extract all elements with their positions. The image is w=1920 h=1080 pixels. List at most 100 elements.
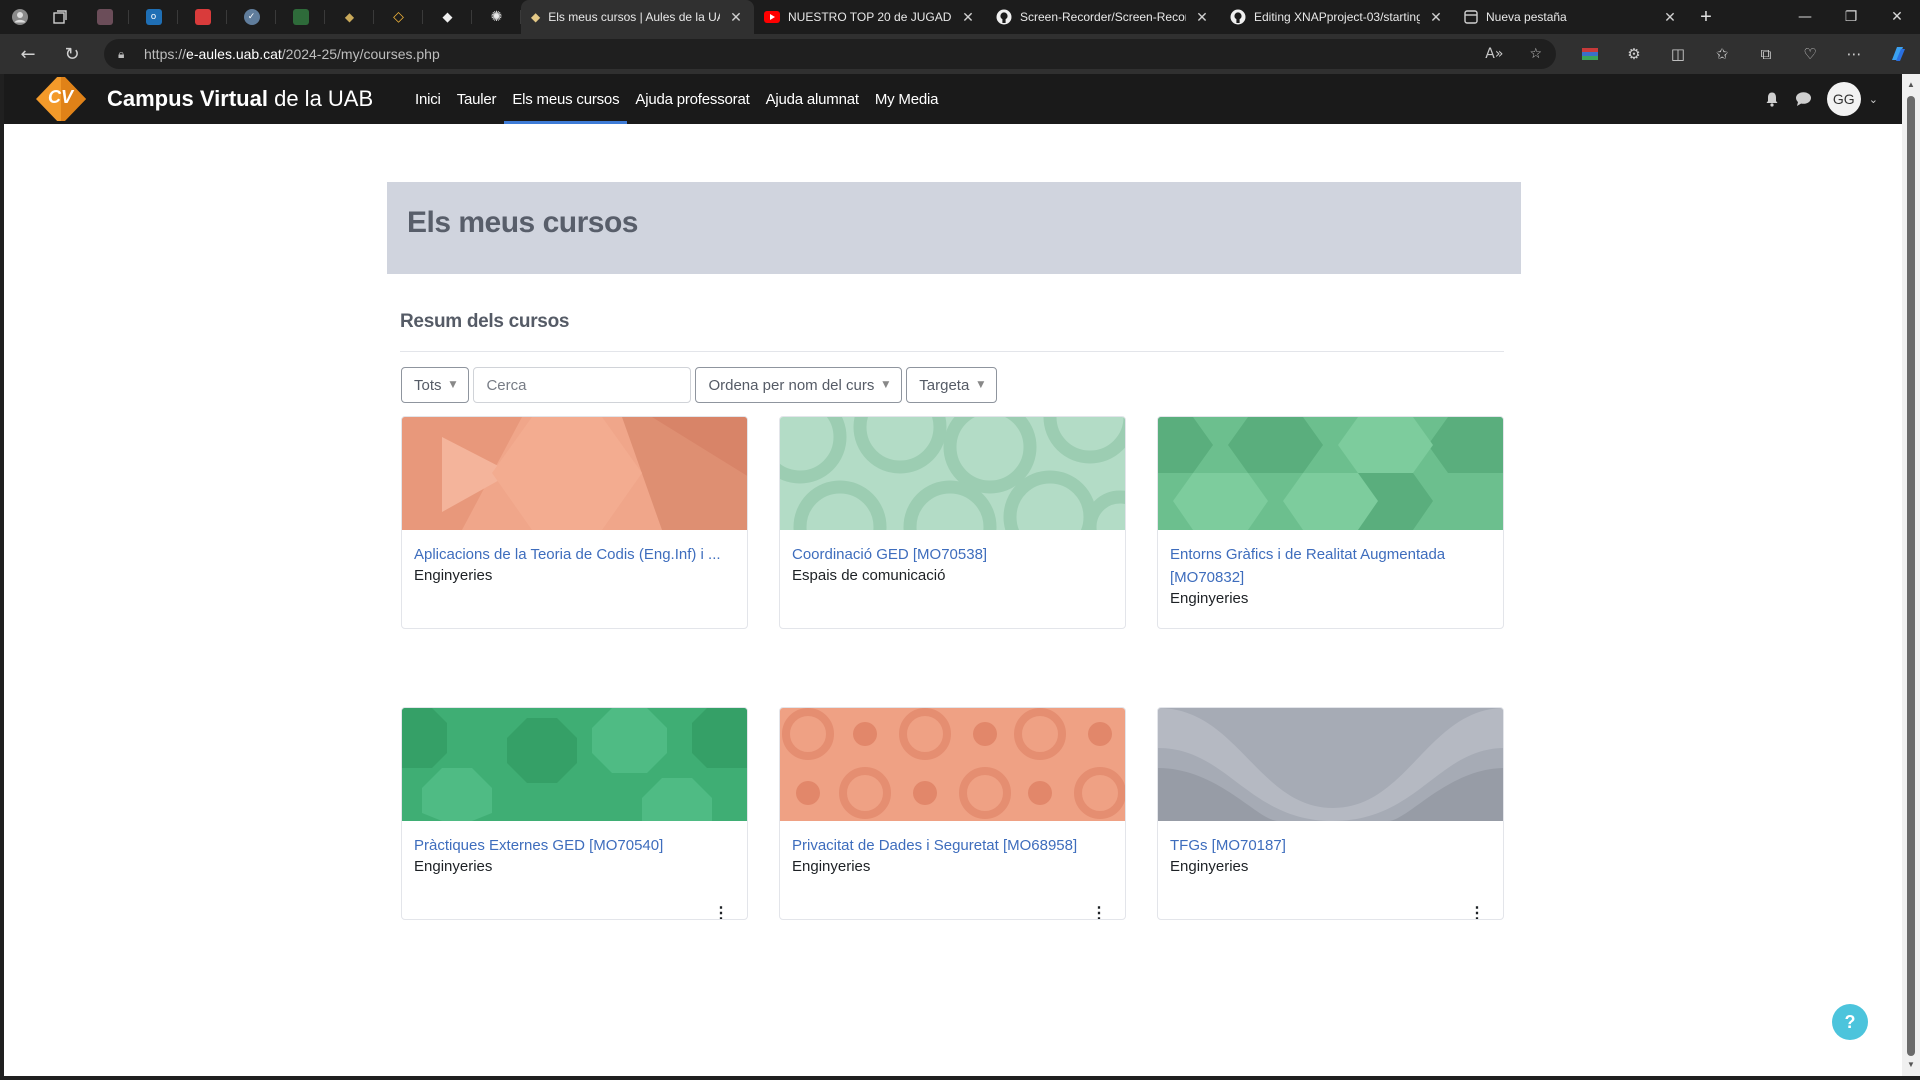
close-icon[interactable]: ✕ [1428,9,1444,26]
close-icon[interactable]: ✕ [960,9,976,26]
browser-essentials-icon[interactable]: ♡ [1788,45,1832,63]
sort-dropdown[interactable]: Ordena per nom del curs ▼ [695,367,903,403]
pinned-tab[interactable]: ✓ [227,0,276,34]
user-avatar[interactable]: GG [1826,82,1861,116]
pinned-tab[interactable]: o [129,0,178,34]
course-name-link[interactable]: Coordinació GED [MO70538] [792,543,1101,566]
workspaces-icon[interactable] [40,0,80,34]
menu-item-my-media[interactable]: My Media [867,74,946,124]
diamond-outline-icon: ◇ [393,9,404,25]
tab-strip: o ✓ ◆ ◇ ◆ ✺ ◆ Els meus cursos | Aules de… [0,0,1920,34]
course-name-link[interactable]: Aplicacions de la Teoria de Codis (Eng.I… [414,543,723,566]
view-dropdown[interactable]: Targeta ▼ [906,367,998,403]
course-card[interactable]: Privacitat de Dades i Seguretat [MO68958… [779,707,1126,920]
lock-icon: 🔒︎ [118,46,125,61]
pinned-tab[interactable]: ◇ [374,0,423,34]
profile-icon[interactable] [0,0,40,34]
course-category: Enginyeries [1170,590,1249,607]
new-tab-button[interactable]: + [1688,0,1724,34]
messages-icon[interactable] [1795,90,1813,108]
scroll-up-icon[interactable]: ▲ [1906,80,1916,90]
pinned-tab[interactable] [276,0,325,34]
more-menu-icon[interactable]: ⋯ [1832,45,1876,63]
course-name-link[interactable]: Entorns Gràfics i de Realitat Augmentada… [1170,543,1479,589]
openai-icon: ✺ [490,9,503,25]
menu-item-inici[interactable]: Inici [407,74,449,124]
page-title: Els meus cursos [407,206,638,239]
course-name-link[interactable]: Pràctiques Externes GED [MO70540] [414,834,723,857]
search-input[interactable]: Cerca [473,367,692,403]
diamond-icon: ◆ [344,10,355,24]
course-card[interactable]: Aplicacions de la Teoria de Codis (Eng.I… [401,416,748,629]
course-name-link[interactable]: TFGs [MO70187] [1170,834,1479,857]
scroll-down-icon[interactable]: ▼ [1906,1060,1916,1070]
pinned-tab[interactable]: ◆ [325,0,374,34]
copilot-icon[interactable] [1876,44,1920,64]
tab-youtube[interactable]: NUESTRO TOP 20 de JUGADORES ✕ [754,0,986,34]
course-options-icon[interactable]: ⋮ [713,906,729,920]
tab-els-meus-cursos[interactable]: ◆ Els meus cursos | Aules de la UAB ✕ [521,0,754,34]
window-controls: — ❐ ✕ [1782,0,1920,34]
block-title: Resum dels cursos [400,311,570,332]
chevron-down-icon[interactable]: ⌄ [1869,93,1878,106]
course-card[interactable]: Pràctiques Externes GED [MO70540] Enginy… [401,707,748,920]
grouping-dropdown[interactable]: Tots ▼ [401,367,470,403]
restore-icon[interactable]: ❐ [1828,0,1874,34]
minimize-icon[interactable]: — [1782,0,1828,34]
course-name-link[interactable]: Privacitat de Dades i Seguretat [MO68958… [792,834,1101,857]
outlook-icon: o [145,9,162,25]
todoist-icon [194,9,211,25]
chevron-down-icon: ▼ [977,380,985,390]
menu-item-ajuda-professorat[interactable]: Ajuda professorat [627,74,757,124]
close-icon[interactable]: ✕ [1662,9,1678,26]
reload-icon[interactable]: ↻ [50,34,94,74]
course-category: Enginyeries [414,567,493,584]
extensions-icon[interactable]: ⚙ [1612,45,1656,63]
pinned-tab[interactable] [178,0,227,34]
close-icon[interactable]: ✕ [728,9,744,26]
course-image[interactable] [402,417,747,530]
close-window-icon[interactable]: ✕ [1874,0,1920,34]
close-icon[interactable]: ✕ [1194,9,1210,26]
tab-github-recorder[interactable]: Screen-Recorder/Screen-Recorder ✕ [986,0,1220,34]
block-divider [400,351,1504,352]
course-card[interactable]: Entorns Gràfics i de Realitat Augmentada… [1157,416,1504,629]
collections-icon[interactable]: ⧉ [1744,45,1788,63]
menu-item-tauler[interactable]: Tauler [449,74,505,124]
menu-item-els-meus-cursos[interactable]: Els meus cursos [504,74,628,124]
course-card[interactable]: TFGs [MO70187] Enginyeries ⋮ [1157,707,1504,920]
tab-nueva-pestana[interactable]: Nueva pestaña ✕ [1454,0,1688,34]
chevron-down-icon: ▼ [449,380,457,390]
favorites-icon[interactable]: ✩ [1700,45,1744,63]
course-options-icon[interactable]: ⋮ [1469,906,1485,920]
course-image[interactable] [1158,417,1503,530]
primary-menu: Inici Tauler Els meus cursos Ajuda profe… [407,74,946,124]
notifications-bell-icon[interactable] [1763,90,1781,108]
help-button[interactable]: ? [1832,1004,1868,1040]
course-image[interactable] [1158,708,1503,821]
split-screen-icon[interactable]: ◫ [1656,45,1700,63]
pinned-tab[interactable]: ✺ [472,0,521,34]
course-card[interactable]: Coordinació GED [MO70538] Espais de comu… [779,416,1126,629]
flag-extension-icon[interactable] [1568,48,1612,60]
scrollbar-thumb[interactable] [1907,96,1915,1056]
address-bar[interactable]: 🔒︎ https://e-aules.uab.cat/2024-25/my/co… [104,39,1556,69]
menu-item-ajuda-alumnat[interactable]: Ajuda alumnat [758,74,867,124]
youtube-icon [764,11,780,23]
course-image[interactable] [780,417,1125,530]
browser-window: o ✓ ◆ ◇ ◆ ✺ ◆ Els meus cursos | Aules de… [0,0,1920,1080]
site-brand[interactable]: Campus Virtual de la UAB [107,86,373,112]
favorite-star-icon[interactable]: ☆ [1529,46,1542,62]
back-icon[interactable]: ← [6,34,50,74]
course-image[interactable] [780,708,1125,821]
page-scrollbar[interactable]: ▲ ▼ [1902,74,1920,1076]
tab-github-editing[interactable]: Editing XNAPproject-03/starting ✕ [1220,0,1454,34]
course-options-icon[interactable]: ⋮ [1091,906,1107,920]
pinned-tab[interactable] [80,0,129,34]
course-category: Enginyeries [1170,858,1249,875]
pinned-tab[interactable]: ◆ [423,0,472,34]
check-icon: ✓ [243,9,260,25]
course-image[interactable] [402,708,747,821]
site-navbar: CV Campus Virtual de la UAB Inici Tauler… [4,74,1902,124]
read-aloud-icon[interactable]: A» [1485,46,1503,62]
